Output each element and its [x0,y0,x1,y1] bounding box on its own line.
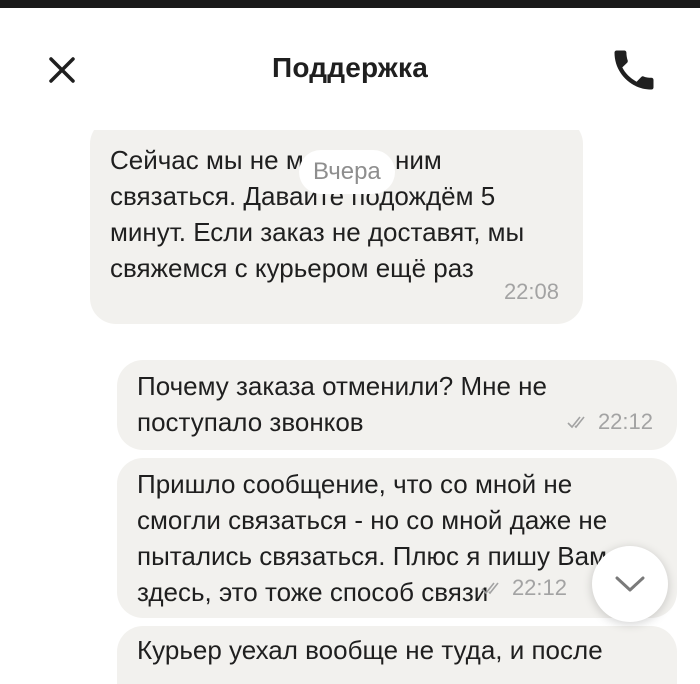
message-meta: 22:12 [566,404,653,440]
message-text: Пришло сообщение, что со мной не смогли … [137,469,608,607]
double-check-icon [567,416,585,429]
date-separator: Вчера [299,150,395,194]
scroll-down-button[interactable] [592,546,668,622]
message-list[interactable]: Вчера Сейчас мы не можем с ним связаться… [0,130,700,684]
message-outgoing[interactable]: Почему заказа отменили? Мне не поступало… [117,360,677,450]
double-check-icon [481,582,499,595]
header: Поддержка [0,8,700,130]
call-button[interactable] [608,44,660,96]
message-meta: 22:12 [480,570,567,606]
status-bar [0,0,700,8]
chat-screen: Поддержка Вчера Сейчас мы не можем с ним… [0,0,700,684]
page-title: Поддержка [272,52,428,83]
phone-icon [614,50,654,90]
message-time: 22:12 [511,575,567,600]
message-text: Курьер уехал вообще не туда, и после [137,635,603,665]
message-outgoing[interactable]: Курьер уехал вообще не туда, и после [117,626,677,684]
chevron-down-icon [615,576,645,592]
message-meta: 22:08 [504,274,559,310]
message-time: 22:12 [597,409,653,434]
message-time: 22:08 [503,279,559,304]
